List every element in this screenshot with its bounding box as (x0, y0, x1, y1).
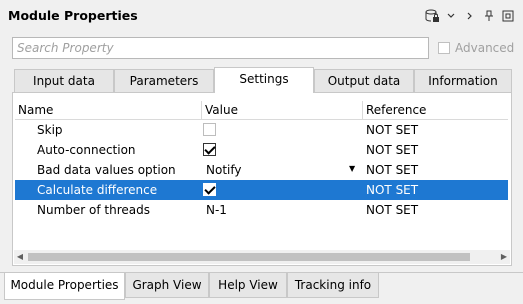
restore-icon[interactable] (498, 6, 517, 26)
scroll-left-icon[interactable]: ◀ (14, 250, 26, 264)
row-name: Number of threads (37, 203, 150, 217)
tab-graph-view[interactable]: Graph View (125, 273, 209, 298)
chevron-down-icon[interactable] (441, 6, 460, 26)
panel-title: Module Properties (8, 8, 138, 23)
row-reference: NOT SET (366, 143, 419, 157)
tab-module-properties[interactable]: Module Properties (4, 273, 125, 300)
row-reference: NOT SET (366, 123, 419, 137)
database-lock-icon[interactable] (422, 6, 441, 26)
row-reference: NOT SET (366, 163, 419, 177)
scroll-thumb[interactable] (28, 253, 470, 261)
row-reference: NOT SET (366, 183, 419, 197)
tab-information[interactable]: Information (414, 69, 512, 92)
calculate-difference-checkbox[interactable] (203, 183, 216, 196)
skip-checkbox[interactable] (203, 123, 216, 136)
search-box (12, 37, 429, 59)
row-name: Calculate difference (37, 183, 158, 197)
horizontal-scrollbar[interactable]: ◀ ▶ (14, 250, 510, 264)
grid-row-number-of-threads[interactable]: Number of threads N-1 NOT SET (15, 200, 508, 220)
grid-row-calculate-difference[interactable]: Calculate difference NOT SET (15, 180, 508, 200)
row-name: Auto-connection (37, 143, 136, 157)
row-name: Bad data values option (37, 163, 176, 177)
chevron-right-icon[interactable] (460, 6, 479, 26)
column-header-value[interactable]: Value (202, 101, 363, 119)
row-name: Skip (37, 123, 63, 137)
tab-tracking-info[interactable]: Tracking info (287, 273, 379, 298)
row-reference: NOT SET (366, 203, 419, 217)
scroll-right-icon[interactable]: ▶ (498, 250, 510, 264)
tab-help-view[interactable]: Help View (209, 273, 287, 298)
tab-settings[interactable]: Settings (214, 67, 314, 93)
advanced-toggle[interactable]: Advanced (438, 41, 514, 55)
advanced-label: Advanced (455, 41, 515, 55)
advanced-checkbox[interactable] (438, 42, 450, 54)
property-tabs: Input data Parameters Settings Output da… (14, 67, 512, 93)
column-header-reference[interactable]: Reference (363, 101, 508, 119)
pin-icon[interactable] (479, 6, 498, 26)
bottom-tabs: Module Properties Graph View Help View T… (0, 273, 523, 304)
grid-header: Name Value Reference (15, 101, 508, 120)
title-toolbar (422, 6, 517, 26)
tab-output-data[interactable]: Output data (314, 69, 414, 92)
title-bar: Module Properties (0, 0, 523, 32)
grid-row-auto-connection[interactable]: Auto-connection NOT SET (15, 140, 508, 160)
bad-data-dropdown-value[interactable]: Notify (206, 160, 241, 180)
dropdown-arrow-icon[interactable]: ▼ (349, 160, 355, 178)
search-input[interactable] (13, 38, 428, 58)
grid-row-skip[interactable]: Skip NOT SET (15, 120, 508, 140)
column-header-name[interactable]: Name (15, 101, 202, 119)
grid-row-bad-data-values-option[interactable]: Bad data values option Notify ▼ NOT SET (15, 160, 508, 180)
settings-panel: Name Value Reference Skip NOT SET Auto-c… (12, 92, 512, 266)
number-of-threads-value[interactable]: N-1 (206, 200, 227, 220)
auto-connection-checkbox[interactable] (203, 143, 216, 156)
tab-input-data[interactable]: Input data (14, 69, 114, 92)
tab-parameters[interactable]: Parameters (114, 69, 214, 92)
